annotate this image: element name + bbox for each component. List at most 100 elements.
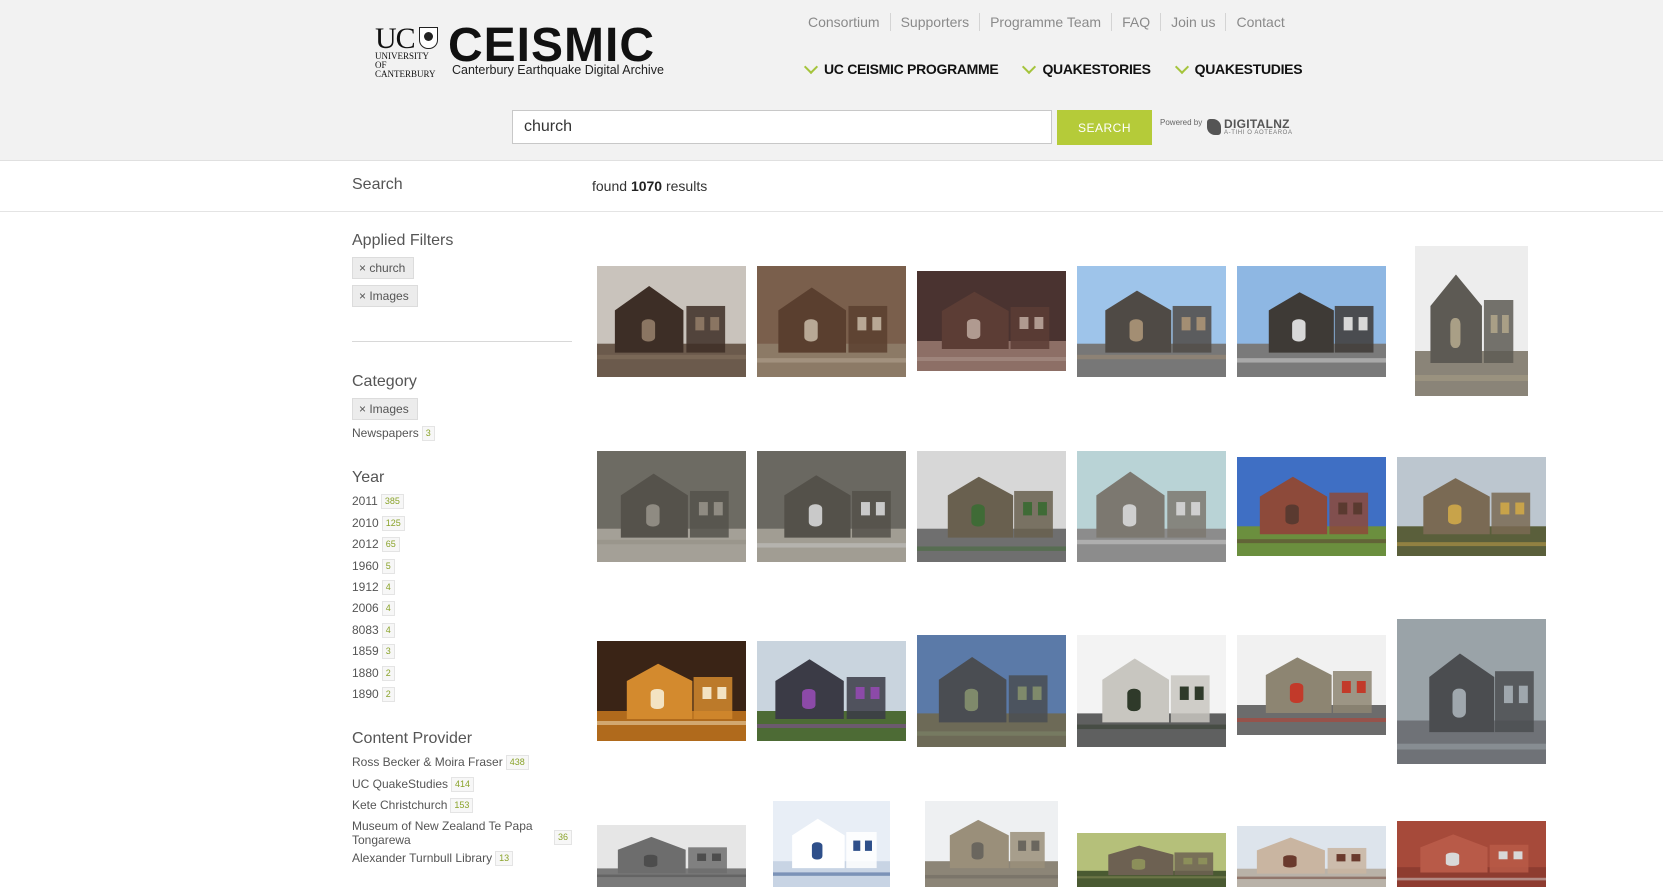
result-thumbnail[interactable] bbox=[1077, 266, 1226, 377]
powered-by-digitalnz[interactable]: Powered by DIGITALNZ A-TIHI O AOTEAROA bbox=[1160, 116, 1295, 140]
link-supporters[interactable]: Supporters bbox=[889, 13, 979, 31]
facet-provider[interactable]: Ross Becker & Moira Fraser 438 bbox=[352, 755, 572, 776]
brand-subtitle: Canterbury Earthquake Digital Archive bbox=[452, 63, 664, 77]
result-thumbnail[interactable] bbox=[1077, 635, 1226, 747]
result-thumbnail[interactable] bbox=[773, 801, 890, 887]
applied-filter-images[interactable]: × Images bbox=[352, 285, 418, 307]
thumbnail-image bbox=[1237, 266, 1386, 377]
nav-uc-ceismic-programme[interactable]: UC CEISMIC PROGRAMME bbox=[803, 59, 999, 77]
applied-filter-church[interactable]: × church bbox=[352, 257, 415, 279]
result-thumbnail[interactable] bbox=[1077, 833, 1226, 887]
result-thumbnail[interactable] bbox=[1397, 619, 1546, 764]
nav-label: UC CEISMIC PROGRAMME bbox=[824, 61, 999, 77]
result-thumbnail[interactable] bbox=[757, 266, 906, 377]
link-faq[interactable]: FAQ bbox=[1111, 13, 1160, 31]
link-join-us[interactable]: Join us bbox=[1160, 13, 1225, 31]
thumbnail-image bbox=[1237, 635, 1386, 735]
facet-year[interactable]: 1890 2 bbox=[352, 686, 572, 708]
result-thumbnail[interactable] bbox=[1415, 246, 1528, 396]
nav-label: QUAKESTORIES bbox=[1042, 61, 1151, 77]
digitalnz-icon bbox=[1207, 119, 1221, 135]
result-thumbnail[interactable] bbox=[757, 451, 906, 562]
facet-count: 65 bbox=[381, 537, 400, 553]
facet-label: 2012 bbox=[352, 537, 379, 552]
result-thumbnail[interactable] bbox=[1237, 826, 1386, 887]
category-facet: Category × Images Newspapers 3 bbox=[352, 373, 572, 447]
result-thumbnail[interactable] bbox=[1237, 635, 1386, 735]
facet-count: 438 bbox=[505, 755, 529, 771]
result-thumbnail[interactable] bbox=[1237, 457, 1386, 556]
result-thumbnail[interactable] bbox=[597, 451, 746, 562]
facet-label: 8083 bbox=[352, 622, 379, 637]
facet-count: 4 bbox=[381, 622, 395, 638]
facet-year[interactable]: 2011 385 bbox=[352, 494, 572, 515]
facet-year[interactable]: 2006 4 bbox=[352, 601, 572, 622]
facet-year[interactable]: 1880 2 bbox=[352, 665, 572, 687]
link-consortium[interactable]: Consortium bbox=[798, 13, 890, 31]
facet-year[interactable]: 8083 4 bbox=[352, 622, 572, 644]
link-contact[interactable]: Contact bbox=[1225, 13, 1294, 31]
result-thumbnail[interactable] bbox=[1077, 451, 1226, 562]
thumbnail-image bbox=[1397, 821, 1546, 887]
facet-year[interactable]: 2010 125 bbox=[352, 515, 572, 537]
facet-count: 4 bbox=[381, 579, 395, 595]
thumbnail-image bbox=[925, 801, 1058, 887]
result-thumbnail[interactable] bbox=[597, 641, 746, 741]
uc-logo-subtitle: UNIVERSITY OF CANTERBURY bbox=[375, 51, 436, 79]
result-thumbnail[interactable] bbox=[597, 266, 746, 377]
result-thumbnail[interactable] bbox=[1397, 457, 1546, 556]
facet-year[interactable]: 1859 3 bbox=[352, 644, 572, 665]
facet-newspapers[interactable]: Newspapers 3 bbox=[352, 426, 572, 447]
thumbnail-image bbox=[917, 635, 1066, 747]
facet-provider[interactable]: Alexander Turnbull Library 13 bbox=[352, 851, 572, 872]
facet-year[interactable]: 2012 65 bbox=[352, 537, 572, 558]
thumbnail-image bbox=[1237, 826, 1386, 887]
result-thumbnail[interactable] bbox=[1397, 821, 1546, 887]
facet-provider[interactable]: Museum of New Zealand Te Papa Tongarewa 3… bbox=[352, 819, 572, 851]
result-thumbnail[interactable] bbox=[757, 641, 906, 741]
search-input[interactable] bbox=[512, 110, 1052, 144]
thumbnail-image bbox=[597, 825, 746, 887]
divider bbox=[352, 341, 572, 342]
thumbnail-image bbox=[773, 801, 890, 887]
category-active-images[interactable]: × Images bbox=[352, 398, 418, 420]
category-title: Category bbox=[352, 373, 417, 390]
digitalnz-name: DIGITALNZ bbox=[1224, 117, 1290, 131]
result-thumbnail[interactable] bbox=[917, 451, 1066, 562]
facet-year[interactable]: 1960 5 bbox=[352, 558, 572, 580]
result-thumbnail[interactable] bbox=[917, 635, 1066, 747]
result-thumbnail[interactable] bbox=[1237, 266, 1386, 377]
thumbnail-image bbox=[1077, 635, 1226, 747]
year-facet: Year 2011 385 2010 125 2012 65 1960 5 1912 4 … bbox=[352, 469, 572, 708]
result-thumbnail[interactable] bbox=[597, 825, 746, 887]
thumbnail-image bbox=[1397, 619, 1546, 764]
search-button[interactable]: SEARCH bbox=[1057, 110, 1152, 145]
applied-filters-title: Applied Filters bbox=[352, 232, 454, 249]
results-label: results bbox=[665, 178, 708, 194]
facet-year[interactable]: 1912 4 bbox=[352, 579, 572, 601]
nav-label: QUAKESTUDIES bbox=[1194, 61, 1303, 77]
thumbnail-image bbox=[757, 641, 906, 741]
thumbnail-image bbox=[597, 641, 746, 741]
year-title: Year bbox=[352, 469, 385, 487]
thumbnail-image bbox=[757, 266, 906, 377]
nav-quakestories[interactable]: QUAKESTORIES bbox=[1022, 59, 1151, 77]
facet-label: Newspapers bbox=[352, 426, 419, 440]
facet-provider[interactable]: UC QuakeStudies 414 bbox=[352, 776, 572, 798]
nav-quakestudies[interactable]: QUAKESTUDIES bbox=[1174, 59, 1303, 77]
site-header: UC UNIVERSITY OF CANTERBURY CEISMIC Cant… bbox=[0, 0, 1663, 161]
thumbnail-image bbox=[1077, 451, 1226, 562]
link-programme-team[interactable]: Programme Team bbox=[979, 13, 1111, 31]
facet-count: 2 bbox=[381, 686, 395, 702]
facet-label: 2006 bbox=[352, 601, 379, 616]
thumbnail-image bbox=[1415, 246, 1528, 396]
crest-icon bbox=[419, 27, 438, 49]
result-thumbnail[interactable] bbox=[925, 801, 1058, 887]
facet-count: 125 bbox=[381, 515, 405, 531]
result-thumbnail[interactable] bbox=[917, 271, 1066, 371]
facet-provider[interactable]: Kete Christchurch 153 bbox=[352, 798, 572, 819]
ceismic-logo[interactable]: UC UNIVERSITY OF CANTERBURY CEISMIC Cant… bbox=[375, 19, 675, 80]
facet-label: Ross Becker & Moira Fraser bbox=[352, 755, 503, 770]
facet-count: 13 bbox=[495, 851, 514, 867]
thumbnail-image bbox=[597, 451, 746, 562]
